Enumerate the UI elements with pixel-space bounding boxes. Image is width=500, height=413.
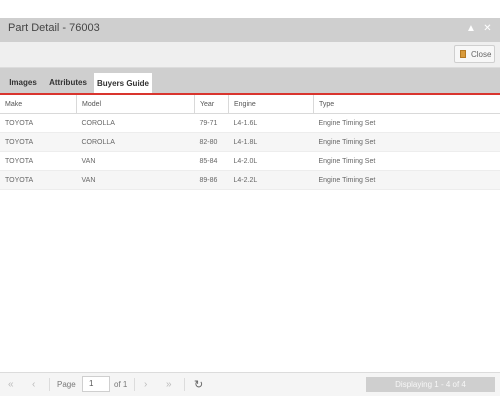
next-page-icon[interactable]: › [144, 373, 147, 396]
table-row[interactable]: TOYOTA COROLLA 79-71 L4-1.6L Engine Timi… [0, 113, 500, 133]
close-window-icon[interactable]: ✕ [483, 23, 492, 35]
cell-model: COROLLA [76, 132, 195, 152]
cell-make: TOYOTA [0, 113, 77, 133]
cell-model: COROLLA [76, 113, 195, 133]
cell-model: VAN [76, 151, 195, 171]
title-bar: Part Detail - 76003 ▲ ✕ [0, 18, 500, 42]
page-number-input[interactable]: 1 [82, 376, 110, 392]
part-detail-window: Part Detail - 76003 ▲ ✕ Close Images Att… [0, 18, 500, 413]
pager-divider [184, 378, 185, 391]
tab-strip: Images Attributes Buyers Guide [0, 68, 500, 95]
door-icon [460, 50, 466, 58]
window-title: Part Detail - 76003 [8, 22, 100, 34]
cell-type: Engine Timing Set [313, 170, 500, 190]
collapse-icon[interactable]: ▲ [466, 23, 476, 35]
close-button-label: Close [471, 49, 492, 59]
last-page-icon[interactable]: » [166, 373, 172, 396]
paging-status: Displaying 1 - 4 of 4 [366, 377, 495, 392]
cell-year: 82-80 [194, 132, 229, 152]
cell-engine: L4-1.8L [228, 132, 314, 152]
cell-engine: L4-2.0L [228, 151, 314, 171]
cell-type: Engine Timing Set [313, 132, 500, 152]
toolbar: Close [0, 42, 500, 68]
table-row[interactable]: TOYOTA VAN 89-86 L4-2.2L Engine Timing S… [0, 170, 500, 190]
page-count-label: of 1 [114, 380, 128, 389]
table-row[interactable]: TOYOTA COROLLA 82-80 L4-1.8L Engine Timi… [0, 132, 500, 152]
column-header-year[interactable]: Year [194, 95, 229, 114]
cell-year: 79-71 [194, 113, 229, 133]
refresh-icon[interactable]: ↻ [194, 373, 203, 396]
cell-year: 89-86 [194, 170, 229, 190]
cell-engine: L4-2.2L [228, 170, 314, 190]
tab-images[interactable]: Images [4, 72, 42, 93]
previous-page-icon[interactable]: ‹ [32, 373, 35, 396]
page-label: Page [57, 380, 76, 389]
cell-year: 85-84 [194, 151, 229, 171]
table-header-row: Make Model Year Engine Type [0, 95, 500, 114]
buyers-guide-table: Make Model Year Engine Type TOYOTA COROL… [0, 95, 500, 190]
column-header-model[interactable]: Model [76, 95, 195, 114]
tab-buyers-guide[interactable]: Buyers Guide [93, 72, 153, 93]
cell-make: TOYOTA [0, 151, 77, 171]
cell-make: TOYOTA [0, 132, 77, 152]
pager-divider [49, 378, 50, 391]
cell-make: TOYOTA [0, 170, 77, 190]
close-button[interactable]: Close [454, 45, 495, 63]
column-header-engine[interactable]: Engine [228, 95, 314, 114]
first-page-icon[interactable]: « [8, 373, 14, 396]
cell-engine: L4-1.6L [228, 113, 314, 133]
cell-model: VAN [76, 170, 195, 190]
cell-type: Engine Timing Set [313, 151, 500, 171]
column-header-make[interactable]: Make [0, 95, 77, 114]
pager-divider [134, 378, 135, 391]
cell-type: Engine Timing Set [313, 113, 500, 133]
tab-attributes[interactable]: Attributes [44, 72, 92, 93]
column-header-type[interactable]: Type [313, 95, 500, 114]
title-bar-controls: ▲ ✕ [466, 23, 492, 35]
paging-toolbar: « ‹ Page 1 of 1 › » ↻ Displaying 1 - 4 o… [0, 372, 500, 396]
table-row[interactable]: TOYOTA VAN 85-84 L4-2.0L Engine Timing S… [0, 151, 500, 171]
